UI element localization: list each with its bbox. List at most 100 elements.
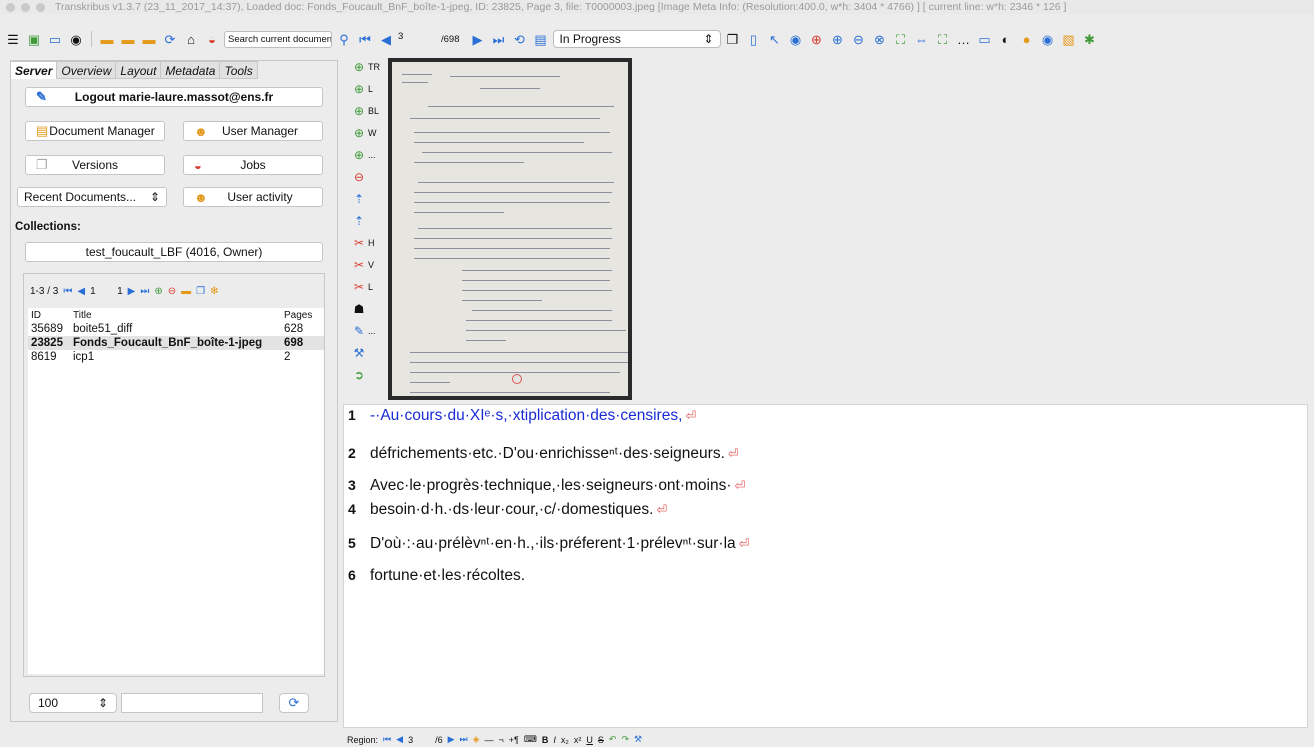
panel-toggle-icon[interactable]: ▣ xyxy=(25,30,43,48)
transcription-line[interactable]: 5 D'où·:·au·prélèvⁿᵗ·en·h.,·ils·préferen… xyxy=(348,535,750,553)
reload-icon[interactable]: ⟲ xyxy=(511,30,529,48)
minimize-window-icon[interactable] xyxy=(21,2,30,12)
view-icon[interactable]: ◉ xyxy=(787,30,805,48)
add-word-tool[interactable]: ⊕ W xyxy=(352,124,382,142)
first-page-icon[interactable]: ⏮ xyxy=(63,286,72,297)
document-manager-button[interactable]: ▤ Document Manager xyxy=(25,121,165,141)
contrast-icon[interactable]: ◐ xyxy=(997,30,1015,48)
add-baseline-tool[interactable]: ⊕ BL xyxy=(352,102,382,120)
save-icon[interactable]: ▤ xyxy=(532,30,550,48)
last-page-icon[interactable]: ⏭ xyxy=(140,286,149,297)
last-page-icon[interactable]: ⏭ xyxy=(490,30,508,48)
dash-icon[interactable]: — xyxy=(485,735,494,745)
arrow-tool[interactable]: ➲ xyxy=(352,366,382,384)
zoom-region-icon[interactable]: ⊕ xyxy=(808,30,826,48)
collection-selector[interactable]: test_foucault_LBF (4016, Owner) xyxy=(25,242,323,262)
window-controls[interactable] xyxy=(6,2,45,12)
underline-icon[interactable]: U xyxy=(586,735,593,745)
expand-icon[interactable]: ⛶ xyxy=(934,30,952,48)
figure-tool[interactable]: ☗ xyxy=(352,300,382,318)
redo-icon[interactable]: ↷ xyxy=(621,734,629,745)
add-line-tool[interactable]: ⊕ L xyxy=(352,80,382,98)
zoom-window-icon[interactable] xyxy=(36,2,45,12)
subscript-icon[interactable]: x₂ xyxy=(561,735,569,745)
next-region-icon[interactable]: ▶ xyxy=(448,734,455,745)
filter-input[interactable] xyxy=(121,693,263,713)
sync-icon[interactable]: ⟳ xyxy=(161,30,179,48)
next-page-icon[interactable]: ▶ xyxy=(128,286,136,297)
transcription-editor[interactable]: 1 -·Au·cours·du·XIᵉ·s,·xtiplication·des·… xyxy=(343,404,1308,728)
jobs-button[interactable]: ◒ Jobs xyxy=(183,155,323,175)
help-icon[interactable]: ◉ xyxy=(1039,30,1057,48)
search-document-input[interactable]: Search current document... xyxy=(224,30,332,48)
table-row-selected[interactable]: 23825 Fonds_Foucault_BnF_boîte-1-jpeg 69… xyxy=(28,336,324,350)
status-select[interactable]: In Progress ⇕ xyxy=(552,30,721,48)
split-line-tool[interactable]: ✂ L xyxy=(352,278,382,296)
table-row[interactable]: 35689 boite51_diff 628 xyxy=(28,322,324,336)
recent-documents-select[interactable]: Recent Documents... ⇕ xyxy=(17,187,167,207)
more-icon[interactable]: … xyxy=(955,30,973,48)
split-vertical-tool[interactable]: ✂ V xyxy=(352,256,382,274)
logout-button[interactable]: ✎ Logout marie-laure.massot@ens.fr xyxy=(25,87,323,107)
edit-tool[interactable]: ✎... xyxy=(352,322,382,340)
page-number-input[interactable]: 3 xyxy=(398,31,438,48)
table-row[interactable]: 8619 icp1 2 xyxy=(28,350,324,364)
keyboard-icon[interactable]: ⌨ xyxy=(524,734,537,745)
transcription-line[interactable]: 1 -·Au·cours·du·XIᵉ·s,·xtiplication·des·… xyxy=(348,407,696,425)
italic-icon[interactable]: I xyxy=(553,735,556,745)
close-window-icon[interactable] xyxy=(6,2,15,12)
wrench-tool[interactable]: ⚒ xyxy=(352,344,382,362)
merge-shapes-alt-tool[interactable]: ⇡ xyxy=(352,212,382,230)
user-manager-button[interactable]: ☻ User Manager xyxy=(183,121,323,141)
search-icon[interactable]: ⚲ xyxy=(335,30,353,48)
duplicate-icon[interactable]: ❐ xyxy=(196,286,205,297)
col-id[interactable]: ID xyxy=(31,310,73,321)
line-text[interactable]: Avec·le·progrès·technique,·les·seigneurs… xyxy=(370,477,732,495)
info-icon[interactable]: ◉ xyxy=(67,30,85,48)
image-canvas[interactable] xyxy=(386,58,1308,402)
pen-icon[interactable]: ▧ xyxy=(1060,30,1078,48)
bug-icon[interactable]: ✱ xyxy=(1081,30,1099,48)
palette-icon[interactable]: ● xyxy=(1018,30,1036,48)
line-text[interactable]: fortune·et·les·récoltes. xyxy=(370,567,525,585)
image-icon[interactable]: ▭ xyxy=(976,30,994,48)
prev-page-icon[interactable]: ◀ xyxy=(377,30,395,48)
tab-layout[interactable]: Layout xyxy=(116,61,162,79)
open-folder-icon[interactable]: ▬ xyxy=(98,30,116,48)
next-page-icon[interactable]: ▶ xyxy=(469,30,487,48)
zoom-out-icon[interactable]: ⊖ xyxy=(850,30,868,48)
strikethrough-icon[interactable]: S xyxy=(598,735,604,745)
tab-overview[interactable]: Overview xyxy=(57,61,117,79)
zoom-in-icon[interactable]: ⊕ xyxy=(829,30,847,48)
transcription-line[interactable]: 3 Avec·le·progrès·technique,·les·seigneu… xyxy=(348,477,745,495)
line-text[interactable]: défrichements·etc.·D'ou·enrichisseⁿᵗ·des… xyxy=(370,445,725,463)
first-region-icon[interactable]: ⏮ xyxy=(383,734,391,745)
fit-page-icon[interactable]: ⛶ xyxy=(892,30,910,48)
superscript-icon[interactable]: x² xyxy=(574,735,582,745)
prev-region-icon[interactable]: ◀ xyxy=(396,734,403,745)
zoom-fit-icon[interactable]: ⊗ xyxy=(871,30,889,48)
region-number-input[interactable]: 3 xyxy=(408,735,430,745)
settings-icon[interactable]: ✻ xyxy=(210,286,218,297)
menu-icon[interactable]: ☰ xyxy=(4,30,22,48)
col-title[interactable]: Title xyxy=(73,310,284,321)
bold-icon[interactable]: B xyxy=(542,735,549,745)
not-sign-icon[interactable]: ¬ xyxy=(499,735,504,745)
tag-icon[interactable]: ◈ xyxy=(473,734,480,745)
transcription-line[interactable]: 4 besoin·d·h.·ds·leur·cour,·c/·domestiqu… xyxy=(348,501,667,519)
library-icon[interactable]: ⌂ xyxy=(182,30,200,48)
add-text-region-tool[interactable]: ⊕ TR xyxy=(352,58,382,76)
document-icon[interactable]: ▯ xyxy=(745,30,763,48)
transcription-line[interactable]: 2 défrichements·etc.·D'ou·enrichisseⁿᵗ·d… xyxy=(348,445,739,463)
refresh-button[interactable]: ⟳ xyxy=(279,693,309,713)
folder-icon[interactable]: ▬ xyxy=(181,286,191,297)
add-more-tool[interactable]: ⊕... xyxy=(352,146,382,164)
window-icon[interactable]: ▭ xyxy=(46,30,64,48)
last-region-icon[interactable]: ⏭ xyxy=(460,734,468,745)
remove-shape-tool[interactable]: ⊖ xyxy=(352,168,382,186)
tab-server[interactable]: Server xyxy=(11,61,58,79)
copy-icon[interactable]: ❐ xyxy=(724,30,742,48)
merge-shapes-tool[interactable]: ⇡ xyxy=(352,190,382,208)
fit-width-icon[interactable]: ⇔ xyxy=(913,30,931,48)
versions-button[interactable]: ❐ Versions xyxy=(25,155,165,175)
